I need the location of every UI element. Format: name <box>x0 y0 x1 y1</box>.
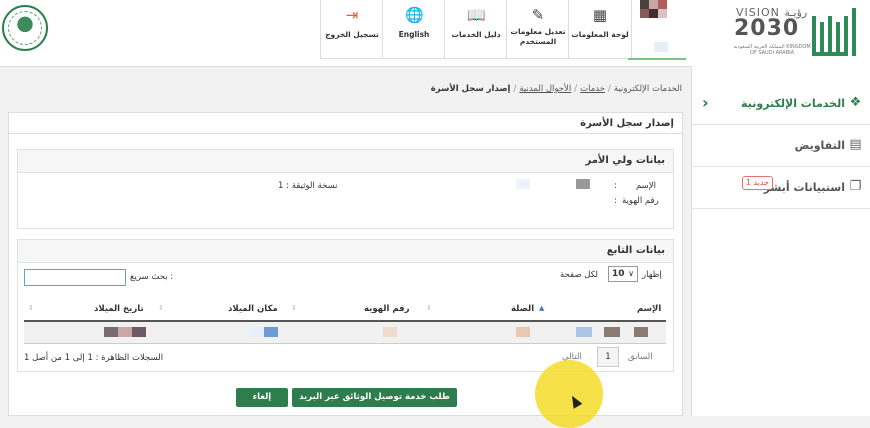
breadcrumb: الخدمات الإلكترونية/خدمات/الأحوال المدني… <box>430 84 682 94</box>
user-avatar[interactable] <box>628 0 686 60</box>
column-header-birth-place[interactable]: مكان الميلاد <box>228 304 278 314</box>
dashboard-label: لوحة المعلومات <box>571 30 629 39</box>
birth-place-cell-redacted <box>250 327 264 337</box>
per-page-label: لكل صفحة <box>560 270 598 280</box>
guardian-section-title: بيانات ولي الأمر <box>585 155 666 166</box>
relation-cell-redacted <box>516 327 530 337</box>
previous-page-button[interactable]: السابق <box>628 352 653 362</box>
birth-date-cell-redacted <box>132 327 146 337</box>
clipboard-icon: ❐ <box>849 179 862 194</box>
guardian-name-value-redacted <box>576 179 590 189</box>
name-cell-redacted <box>634 327 648 337</box>
column-header-birth-date[interactable]: تاريخ الميلاد <box>94 304 144 314</box>
sidebar-item-label: الخدمات الإلكترونية <box>741 97 845 110</box>
top-header: ⇥ تسجيل الخروج 🌐 English 📖 دليل الخدمات … <box>0 0 870 67</box>
sidebar-item-delegations[interactable]: التفاويض ▤ <box>692 126 870 167</box>
quick-search-input[interactable] <box>24 269 126 286</box>
breadcrumb-item-civil-affairs[interactable]: الأحوال المدنية <box>519 84 571 94</box>
dependents-table-header: الإسم ⇕ الصلة ▲ رقم الهوية ⇕ مكان الميلا… <box>24 298 666 322</box>
name-cell-redacted <box>604 327 620 337</box>
birth-date-cell-redacted <box>104 327 118 337</box>
name-cell-redacted <box>576 327 592 337</box>
page-1-button[interactable]: 1 <box>597 347 619 367</box>
sort-icon[interactable]: ⇕ <box>28 304 34 312</box>
id-colon: : <box>614 196 617 206</box>
page-title: إصدار سجل الأسرة <box>580 118 674 129</box>
cursor-highlight <box>535 360 603 428</box>
sort-icon[interactable]: ⇕ <box>426 304 432 312</box>
dashboard-icon: ▦ <box>592 6 608 24</box>
services-icon: ❖ <box>849 95 862 110</box>
records-info: السجلات الظاهرة : 1 إلى 1 من أصل 1 <box>24 353 164 363</box>
english-button[interactable]: 🌐 English <box>382 0 446 59</box>
logout-button[interactable]: ⇥ تسجيل الخروج <box>320 0 384 59</box>
sidebar: › الخدمات الإلكترونية ❖ التفاويض ▤ استبي… <box>691 66 870 416</box>
quick-search-label: بحث سريع : <box>130 272 174 282</box>
sort-icon[interactable]: ⇕ <box>291 304 297 312</box>
breadcrumb-current: إصدار سجل الأسرة <box>430 84 511 94</box>
dashboard-button[interactable]: ▦ لوحة المعلومات <box>568 0 632 59</box>
breadcrumb-item-services[interactable]: خدمات <box>580 84 605 94</box>
sort-icon[interactable]: ⇕ <box>652 304 658 312</box>
guardian-info-section: بيانات ولي الأمر <box>17 149 674 229</box>
logout-icon: ⇥ <box>345 6 359 24</box>
guardian-name-value-redacted <box>516 179 530 189</box>
dependents-section-title: بيانات التابع <box>606 245 665 256</box>
name-colon: : <box>614 181 617 191</box>
request-mail-delivery-button[interactable]: طلب خدمة توصيل الوثائق عبر البريد <box>292 388 457 407</box>
sidebar-item-label: التفاويض <box>794 139 845 152</box>
birth-place-cell-redacted <box>264 327 278 337</box>
cancel-button[interactable]: إلغاء <box>236 388 288 407</box>
edit-user-info-label: تعديل معلومات المستخدم <box>510 27 566 46</box>
table-row[interactable] <box>24 322 666 344</box>
ministry-emblem-logo <box>2 5 48 51</box>
page-size-select[interactable]: 10 ∨ <box>608 266 638 282</box>
services-guide-button[interactable]: 📖 دليل الخدمات <box>444 0 508 59</box>
new-badge: جديد 1 <box>741 176 773 190</box>
breadcrumb-item-eservices[interactable]: الخدمات الإلكترونية <box>614 84 682 94</box>
column-header-relation[interactable]: الصلة <box>511 304 534 314</box>
sidebar-item-absher-surveys[interactable]: استبيانات أبشر ❐ جديد 1 <box>692 168 870 209</box>
vision-2030-logo: VISION رؤيـة 2030 المملكة العربية السعود… <box>733 6 811 56</box>
name-label: الإسم <box>636 181 656 191</box>
show-label: إظهار <box>642 270 662 280</box>
sort-ascending-icon[interactable]: ▲ <box>539 304 544 312</box>
book-icon: 📖 <box>467 6 486 24</box>
birth-date-cell-redacted <box>118 327 132 337</box>
sidebar-item-electronic-services[interactable]: › الخدمات الإلكترونية ❖ <box>692 84 870 125</box>
sidebar-item-label: استبيانات أبشر <box>763 181 845 194</box>
id-number-label: رقم الهوية <box>622 196 659 206</box>
edit-user-info-button[interactable]: ✎ تعديل معلومات المستخدم <box>506 0 570 59</box>
english-label: English <box>398 30 430 39</box>
absher-logo <box>812 8 856 58</box>
chevron-down-icon: ∨ <box>628 269 634 278</box>
edit-icon: ✎ <box>531 6 545 24</box>
id-cell-redacted <box>383 327 397 337</box>
document-copy-label: نسخة الوثيقة : 1 <box>278 181 338 191</box>
services-guide-label: دليل الخدمات <box>451 30 501 39</box>
sort-icon[interactable]: ⇕ <box>158 304 164 312</box>
logout-label: تسجيل الخروج <box>325 30 379 39</box>
briefcase-icon: ▤ <box>849 137 862 152</box>
globe-icon: 🌐 <box>405 6 424 24</box>
column-header-id-number[interactable]: رقم الهوية <box>364 304 409 314</box>
chevron-right-icon[interactable]: › <box>702 93 709 112</box>
